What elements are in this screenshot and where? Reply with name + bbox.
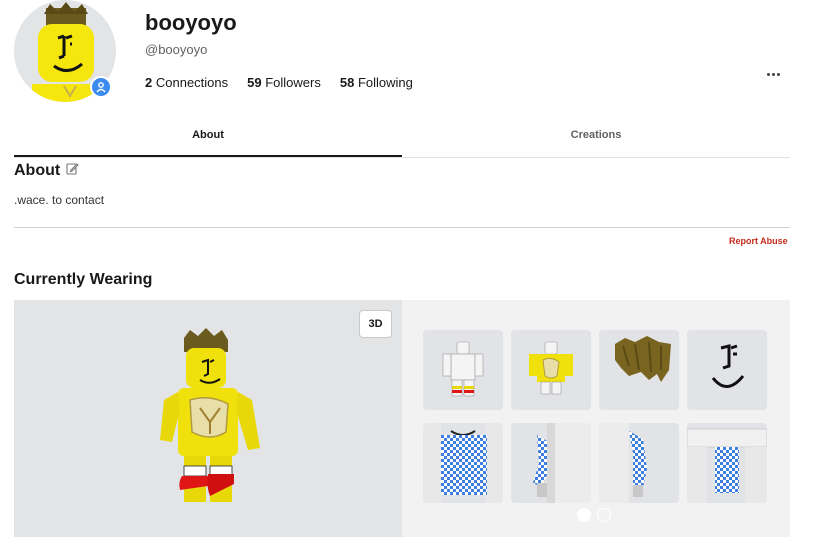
hair-thumbnail-icon <box>615 336 671 382</box>
carousel-pagination <box>577 508 611 522</box>
about-description: .wace. to contact <box>14 193 105 207</box>
checkered-sleeves-thumbnail-icon <box>599 423 679 503</box>
following-label: Following <box>357 75 413 90</box>
wearing-item-yellow-shirt[interactable] <box>511 330 591 410</box>
followers-label: Followers <box>265 75 321 90</box>
tab-about[interactable]: About <box>14 120 402 157</box>
more-options-icon[interactable] <box>762 66 784 82</box>
following-stat[interactable]: 58 Following <box>340 75 413 90</box>
wearing-item-face[interactable] <box>687 330 767 410</box>
about-heading: About <box>14 162 79 180</box>
profile-stats: 2 Connections 59 Followers 58 Following <box>145 75 413 90</box>
avatar-3d-figure <box>160 328 260 502</box>
connections-stat[interactable]: 2 Connections <box>145 75 228 90</box>
avatar-viewer[interactable] <box>14 300 402 537</box>
profile-username: booyoyo <box>145 10 237 35</box>
toggle-3d-button[interactable]: 3D <box>359 310 392 338</box>
verified-badge-icon <box>90 76 112 98</box>
checkered-shirt-thumbnail-icon <box>423 423 503 503</box>
avatar-container <box>14 0 116 102</box>
tab-creations[interactable]: Creations <box>402 120 790 157</box>
yellow-shirt-thumbnail-icon <box>529 341 573 395</box>
followers-stat[interactable]: 59 Followers <box>247 75 321 90</box>
edit-icon[interactable] <box>66 162 79 180</box>
wearing-item-checkered-shirt[interactable] <box>423 423 503 503</box>
checkered-arms-thumbnail-icon <box>533 423 591 503</box>
connections-label: Connections <box>155 75 229 90</box>
carousel-dot-2[interactable] <box>597 508 611 522</box>
wearing-item-checkered-arms[interactable] <box>511 423 591 503</box>
white-shirt-thumbnail-icon <box>442 341 484 397</box>
following-count: 58 <box>339 75 355 90</box>
report-abuse-link[interactable]: Report Abuse <box>729 236 788 246</box>
connections-count: 2 <box>145 75 153 90</box>
checkered-pants-thumbnail-icon <box>687 428 767 503</box>
wearing-item-checkered-sleeves[interactable] <box>599 423 679 503</box>
about-divider <box>14 227 790 228</box>
followers-count: 59 <box>247 75 262 90</box>
profile-handle: @booyoyo <box>145 42 208 57</box>
about-title: About <box>14 162 61 179</box>
profile-tabs: About Creations <box>14 120 790 158</box>
wearing-item-shirt[interactable] <box>423 330 503 410</box>
face-thumbnail-icon <box>711 344 745 388</box>
wearing-item-checkered-pants[interactable] <box>687 423 767 503</box>
carousel-dot-1[interactable] <box>577 508 591 522</box>
currently-wearing-title: Currently Wearing <box>14 271 153 288</box>
wearing-item-hair[interactable] <box>599 330 679 410</box>
